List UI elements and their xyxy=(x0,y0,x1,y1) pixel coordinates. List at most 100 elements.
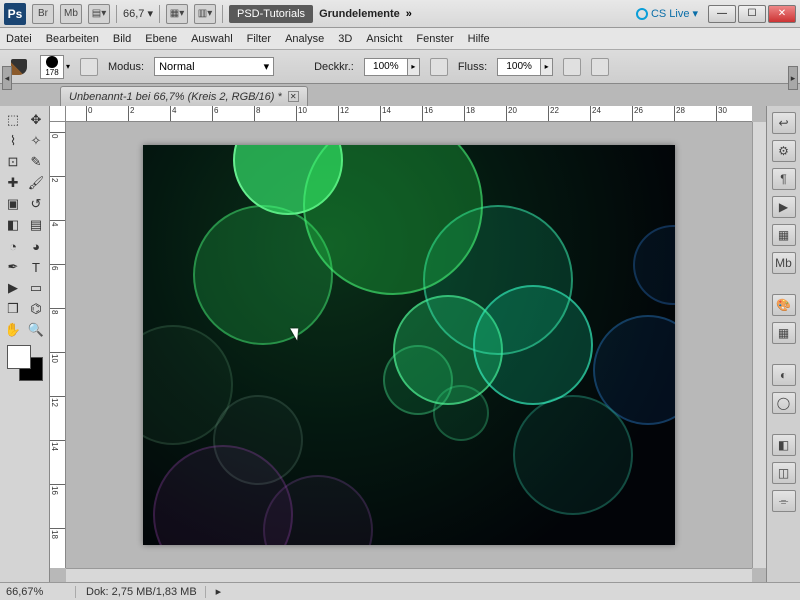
window-close-button[interactable]: ✕ xyxy=(768,5,796,23)
marquee-tool[interactable]: ⬚ xyxy=(2,110,24,130)
ruler-tick: 16 xyxy=(50,484,66,495)
bokeh-circle xyxy=(633,225,675,305)
workspace-grundelemente[interactable]: Grundelemente xyxy=(319,8,400,20)
ruler-tick: 18 xyxy=(50,528,66,539)
menu-fenster[interactable]: Fenster xyxy=(416,33,453,45)
ruler-tick: 12 xyxy=(338,106,349,122)
blend-mode-select[interactable]: Normal▾ xyxy=(154,57,274,76)
eyedropper-tool[interactable]: ✎ xyxy=(25,152,47,172)
zoom-tool[interactable]: 🔍 xyxy=(25,320,47,340)
zoom-level[interactable]: 66,7 ▾ xyxy=(123,7,153,20)
minibridge-button[interactable]: Mb xyxy=(60,4,82,24)
mode-label: Modus: xyxy=(108,61,144,73)
color-swatches[interactable] xyxy=(7,345,43,381)
layers-panel[interactable]: ◧ xyxy=(772,434,796,456)
bridge-button[interactable]: Br xyxy=(32,4,54,24)
menu-ansicht[interactable]: Ansicht xyxy=(366,33,402,45)
ruler-tick: 28 xyxy=(674,106,685,122)
ruler-tick: 4 xyxy=(50,220,66,226)
path-select-tool[interactable]: ▶ xyxy=(2,278,24,298)
stamp-tool[interactable]: ▣ xyxy=(2,194,24,214)
blur-tool[interactable]: ◔ xyxy=(2,236,24,256)
dodge-tool[interactable]: ◕ xyxy=(25,236,47,256)
flow-flyout[interactable]: ▸ xyxy=(541,58,553,76)
brush-panel-toggle[interactable] xyxy=(80,58,98,76)
tab-close-button[interactable]: ✕ xyxy=(288,91,299,102)
history-panel[interactable]: ↩ xyxy=(772,112,796,134)
menu-auswahl[interactable]: Auswahl xyxy=(191,33,233,45)
magic-wand-tool[interactable]: ✧ xyxy=(25,131,47,151)
window-minimize-button[interactable]: — xyxy=(708,5,736,23)
history-brush-tool[interactable]: ↺ xyxy=(25,194,47,214)
tablet-pressure-toggle[interactable] xyxy=(591,58,609,76)
foreground-color-swatch[interactable] xyxy=(7,345,31,369)
adjustments-panel[interactable]: ◐ xyxy=(772,364,796,386)
move-tool[interactable]: ✥ xyxy=(25,110,47,130)
menu-filter[interactable]: Filter xyxy=(247,33,271,45)
ruler-origin[interactable] xyxy=(50,106,66,122)
vertical-scrollbar[interactable] xyxy=(752,122,766,568)
cslive-menu[interactable]: CS Live ▾ xyxy=(636,7,698,20)
workspace-psd-tutorials[interactable]: PSD-Tutorials xyxy=(229,5,313,23)
status-flyout[interactable]: ▸ xyxy=(216,585,222,598)
masks-panel[interactable]: ◯ xyxy=(772,392,796,414)
document-tab[interactable]: Unbenannt-1 bei 66,7% (Kreis 2, RGB/16) … xyxy=(60,86,308,106)
ruler-tick: 8 xyxy=(50,308,66,314)
brush-tool[interactable]: 🖌 xyxy=(25,173,47,193)
opacity-flyout[interactable]: ▸ xyxy=(408,58,420,76)
gradient-tool[interactable]: ▤ xyxy=(25,215,47,235)
titlebar: Ps Br Mb ▤▾ 66,7 ▾ ▦▾ ▥▾ PSD-Tutorials G… xyxy=(0,0,800,28)
status-bar: 66,67% Dok: 2,75 MB/1,83 MB ▸ xyxy=(0,582,800,600)
opacity-input[interactable]: 100% xyxy=(364,58,408,76)
menu-bearbeiten[interactable]: Bearbeiten xyxy=(46,33,99,45)
ruler-tick: 24 xyxy=(590,106,601,122)
properties-panel[interactable]: ⚙ xyxy=(772,140,796,162)
opacity-pressure-toggle[interactable] xyxy=(430,58,448,76)
brush-preset-picker[interactable]: 178 xyxy=(40,55,64,79)
view-arrangement-button[interactable]: ▤▾ xyxy=(88,4,110,24)
flow-label: Fluss: xyxy=(458,61,487,73)
navigator-panel[interactable]: ▦ xyxy=(772,224,796,246)
minibridge-panel[interactable]: Mb xyxy=(772,252,796,274)
actions-panel[interactable]: ▶ xyxy=(772,196,796,218)
menu-analyse[interactable]: Analyse xyxy=(285,33,324,45)
screen-mode-button[interactable]: ▦▾ xyxy=(166,4,188,24)
extras-button[interactable]: ▥▾ xyxy=(194,4,216,24)
window-maximize-button[interactable]: ☐ xyxy=(738,5,766,23)
healing-tool[interactable]: ✚ xyxy=(2,173,24,193)
crop-tool[interactable]: ⊡ xyxy=(2,152,24,172)
airbrush-toggle[interactable] xyxy=(563,58,581,76)
eraser-tool[interactable]: ◧ xyxy=(2,215,24,235)
menu-datei[interactable]: Datei xyxy=(6,33,32,45)
horizontal-ruler[interactable]: 024681012141618202224262830 xyxy=(66,106,752,122)
3d-tool[interactable]: ❒ xyxy=(2,299,24,319)
channels-panel[interactable]: ◫ xyxy=(772,462,796,484)
flow-input[interactable]: 100% xyxy=(497,58,541,76)
color-panel[interactable]: 🎨 xyxy=(772,294,796,316)
ruler-tick: 6 xyxy=(50,264,66,270)
shape-tool[interactable]: ▭ xyxy=(25,278,47,298)
opacity-label: Deckkr.: xyxy=(314,61,354,73)
workspace-more[interactable]: » xyxy=(406,8,412,20)
menu-3d[interactable]: 3D xyxy=(338,33,352,45)
status-zoom[interactable]: 66,67% xyxy=(6,586,76,598)
lasso-tool[interactable]: ⌇ xyxy=(2,131,24,151)
menu-ebene[interactable]: Ebene xyxy=(145,33,177,45)
paths-panel[interactable]: ⌯ xyxy=(772,490,796,512)
paragraph-panel[interactable]: ¶ xyxy=(772,168,796,190)
vertical-ruler[interactable]: 024681012141618 xyxy=(50,122,66,568)
right-dock-toggle[interactable]: ▸ xyxy=(788,66,798,90)
hand-tool[interactable]: ✋ xyxy=(2,320,24,340)
3d-camera-tool[interactable]: ⌬ xyxy=(25,299,47,319)
canvas-image[interactable] xyxy=(143,145,675,545)
status-document-size[interactable]: Dok: 2,75 MB/1,83 MB xyxy=(86,586,206,598)
swatches-panel[interactable]: ▦ xyxy=(772,322,796,344)
pen-tool[interactable]: ✒ xyxy=(2,257,24,277)
left-dock-toggle[interactable]: ◂ xyxy=(2,66,12,90)
type-tool[interactable]: T xyxy=(25,257,47,277)
horizontal-scrollbar[interactable] xyxy=(66,568,752,582)
document-tab-title: Unbenannt-1 bei 66,7% (Kreis 2, RGB/16) … xyxy=(69,91,282,103)
menu-hilfe[interactable]: Hilfe xyxy=(468,33,490,45)
canvas-viewport[interactable] xyxy=(66,122,752,568)
menu-bild[interactable]: Bild xyxy=(113,33,131,45)
